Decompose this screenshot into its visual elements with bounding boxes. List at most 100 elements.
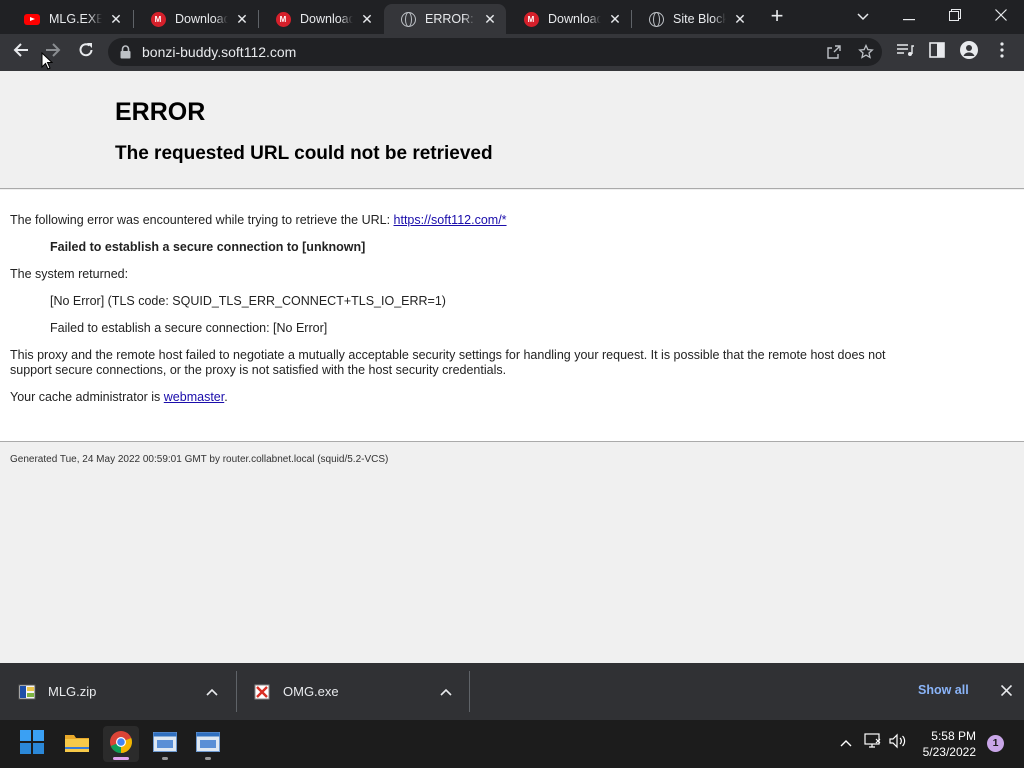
tab-download-omg[interactable]: M Download OMG ✕ (259, 4, 383, 34)
chevron-up-icon (206, 683, 218, 701)
tab-title: Site Blocked (673, 12, 726, 26)
browser-toolbar: bonzi-buddy.soft112.com (0, 34, 1024, 71)
tls-code-text: [No Error] (TLS code: SQUID_TLS_ERR_CONN… (50, 294, 446, 308)
close-icon (1000, 683, 1012, 701)
tab-error[interactable]: ERROR: The requested URL ✕ (384, 4, 506, 34)
show-all-downloads-link[interactable]: Show all (918, 683, 969, 697)
tab-youtube[interactable]: MLG.EXE - YouTube ✕ (8, 4, 132, 34)
close-tab-icon[interactable]: ✕ (108, 11, 124, 27)
reload-button[interactable] (72, 38, 100, 66)
error-header: ERROR The requested URL could not be ret… (0, 71, 1024, 189)
description-line: support secure connections, or the proxy… (10, 363, 507, 377)
volume-button[interactable] (887, 732, 909, 754)
network-button[interactable] (862, 732, 884, 754)
back-button[interactable] (7, 38, 35, 66)
running-app-indicator (162, 757, 168, 760)
kebab-menu-icon (1000, 41, 1004, 63)
app-window-icon (153, 731, 177, 757)
error-details: The following error was encountered whil… (0, 190, 1024, 442)
url-text[interactable]: bonzi-buddy.soft112.com (142, 44, 296, 60)
tab-site-blocked[interactable]: Site Blocked ✕ (632, 4, 756, 34)
close-icon (995, 8, 1007, 24)
mega-icon: M (523, 11, 539, 27)
tab-title: MLG.EXE - YouTube (49, 12, 102, 26)
requested-url-link[interactable]: https://soft112.com/* (394, 213, 507, 227)
show-hidden-icons-button[interactable] (835, 732, 857, 754)
active-app-indicator (113, 757, 129, 760)
close-tab-icon[interactable]: ✕ (482, 11, 498, 27)
chevron-down-icon (857, 8, 869, 24)
close-tab-icon[interactable]: ✕ (732, 11, 748, 27)
download-bar: MLG.zip OMG.exe Show all (0, 663, 1024, 720)
notification-badge[interactable]: 1 (987, 735, 1004, 752)
clock[interactable]: 5:58 PM 5/23/2022 (914, 728, 976, 760)
media-queue-icon (896, 43, 914, 62)
running-app-indicator (205, 757, 211, 760)
tab-title: Download (548, 12, 601, 26)
page-subtitle: The requested URL could not be retrieved (115, 143, 493, 164)
mega-icon: M (275, 11, 291, 27)
close-tab-icon[interactable]: ✕ (607, 11, 623, 27)
star-icon[interactable] (856, 42, 876, 62)
arrow-left-icon (13, 42, 29, 63)
new-tab-button[interactable]: + (766, 5, 788, 28)
clock-date: 5/23/2022 (922, 745, 976, 759)
speaker-icon (889, 733, 907, 754)
close-tab-icon[interactable]: ✕ (359, 11, 375, 27)
download-filename: MLG.zip (48, 684, 97, 699)
lock-icon[interactable] (120, 45, 131, 64)
intro-text: The following error was encountered whil… (10, 213, 394, 227)
avatar-icon (960, 40, 978, 64)
globe-icon (400, 11, 416, 27)
media-controls-button[interactable] (891, 38, 919, 66)
download-item[interactable]: MLG.zip (18, 663, 218, 720)
admin-suffix: . (224, 390, 228, 404)
tab-download-mlg[interactable]: M Download MLG ✕ (134, 4, 258, 34)
webmaster-link[interactable]: webmaster (164, 390, 224, 404)
start-button[interactable] (14, 726, 50, 762)
share-icon[interactable] (824, 42, 844, 62)
file-explorer-icon (64, 731, 90, 758)
chrome-icon (109, 730, 133, 759)
download-options-button[interactable] (204, 684, 220, 700)
youtube-icon (24, 11, 40, 27)
minimize-icon (903, 8, 915, 24)
profile-button[interactable] (955, 38, 983, 66)
close-tab-icon[interactable]: ✕ (234, 11, 250, 27)
side-panel-icon (929, 41, 945, 63)
download-divider (469, 671, 470, 712)
page-content: ERROR The requested URL could not be ret… (0, 71, 1024, 663)
close-window-button[interactable] (978, 0, 1024, 32)
download-filename: OMG.exe (283, 684, 339, 699)
download-item[interactable]: OMG.exe (254, 663, 434, 720)
restore-button[interactable] (932, 0, 978, 32)
chrome-taskbar-button[interactable] (103, 726, 139, 762)
globe-icon (648, 11, 664, 27)
blocked-exe-icon (254, 684, 270, 700)
mega-icon: M (150, 11, 166, 27)
tab-strip: MLG.EXE - YouTube ✕ M Download MLG ✕ M D… (0, 0, 1024, 34)
tab-search-button[interactable] (840, 0, 886, 32)
tab-download[interactable]: M Download ✕ (507, 4, 631, 34)
clock-time: 5:58 PM (931, 729, 976, 743)
error-message: Failed to establish a secure connection … (50, 240, 366, 254)
side-panel-button[interactable] (923, 38, 951, 66)
file-explorer-button[interactable] (59, 726, 95, 762)
zip-archive-icon (18, 684, 36, 700)
generated-footer: Generated Tue, 24 May 2022 00:59:01 GMT … (10, 454, 389, 465)
minimize-button[interactable] (886, 0, 932, 32)
intro-paragraph: The following error was encountered whil… (10, 213, 507, 227)
close-download-bar-button[interactable] (996, 682, 1016, 702)
app-taskbar-button[interactable] (190, 726, 226, 762)
download-options-button[interactable] (438, 684, 454, 700)
mouse-cursor-icon (41, 51, 54, 75)
tab-title: Download OMG (300, 12, 353, 26)
windows-start-icon (20, 729, 44, 759)
app-taskbar-button[interactable] (147, 726, 183, 762)
reload-icon (78, 42, 94, 63)
address-bar[interactable]: bonzi-buddy.soft112.com (108, 38, 882, 66)
chevron-up-icon (840, 734, 852, 752)
menu-button[interactable] (988, 38, 1016, 66)
tab-title: ERROR: The requested URL (425, 12, 476, 26)
admin-paragraph: Your cache administrator is webmaster. (10, 390, 228, 404)
